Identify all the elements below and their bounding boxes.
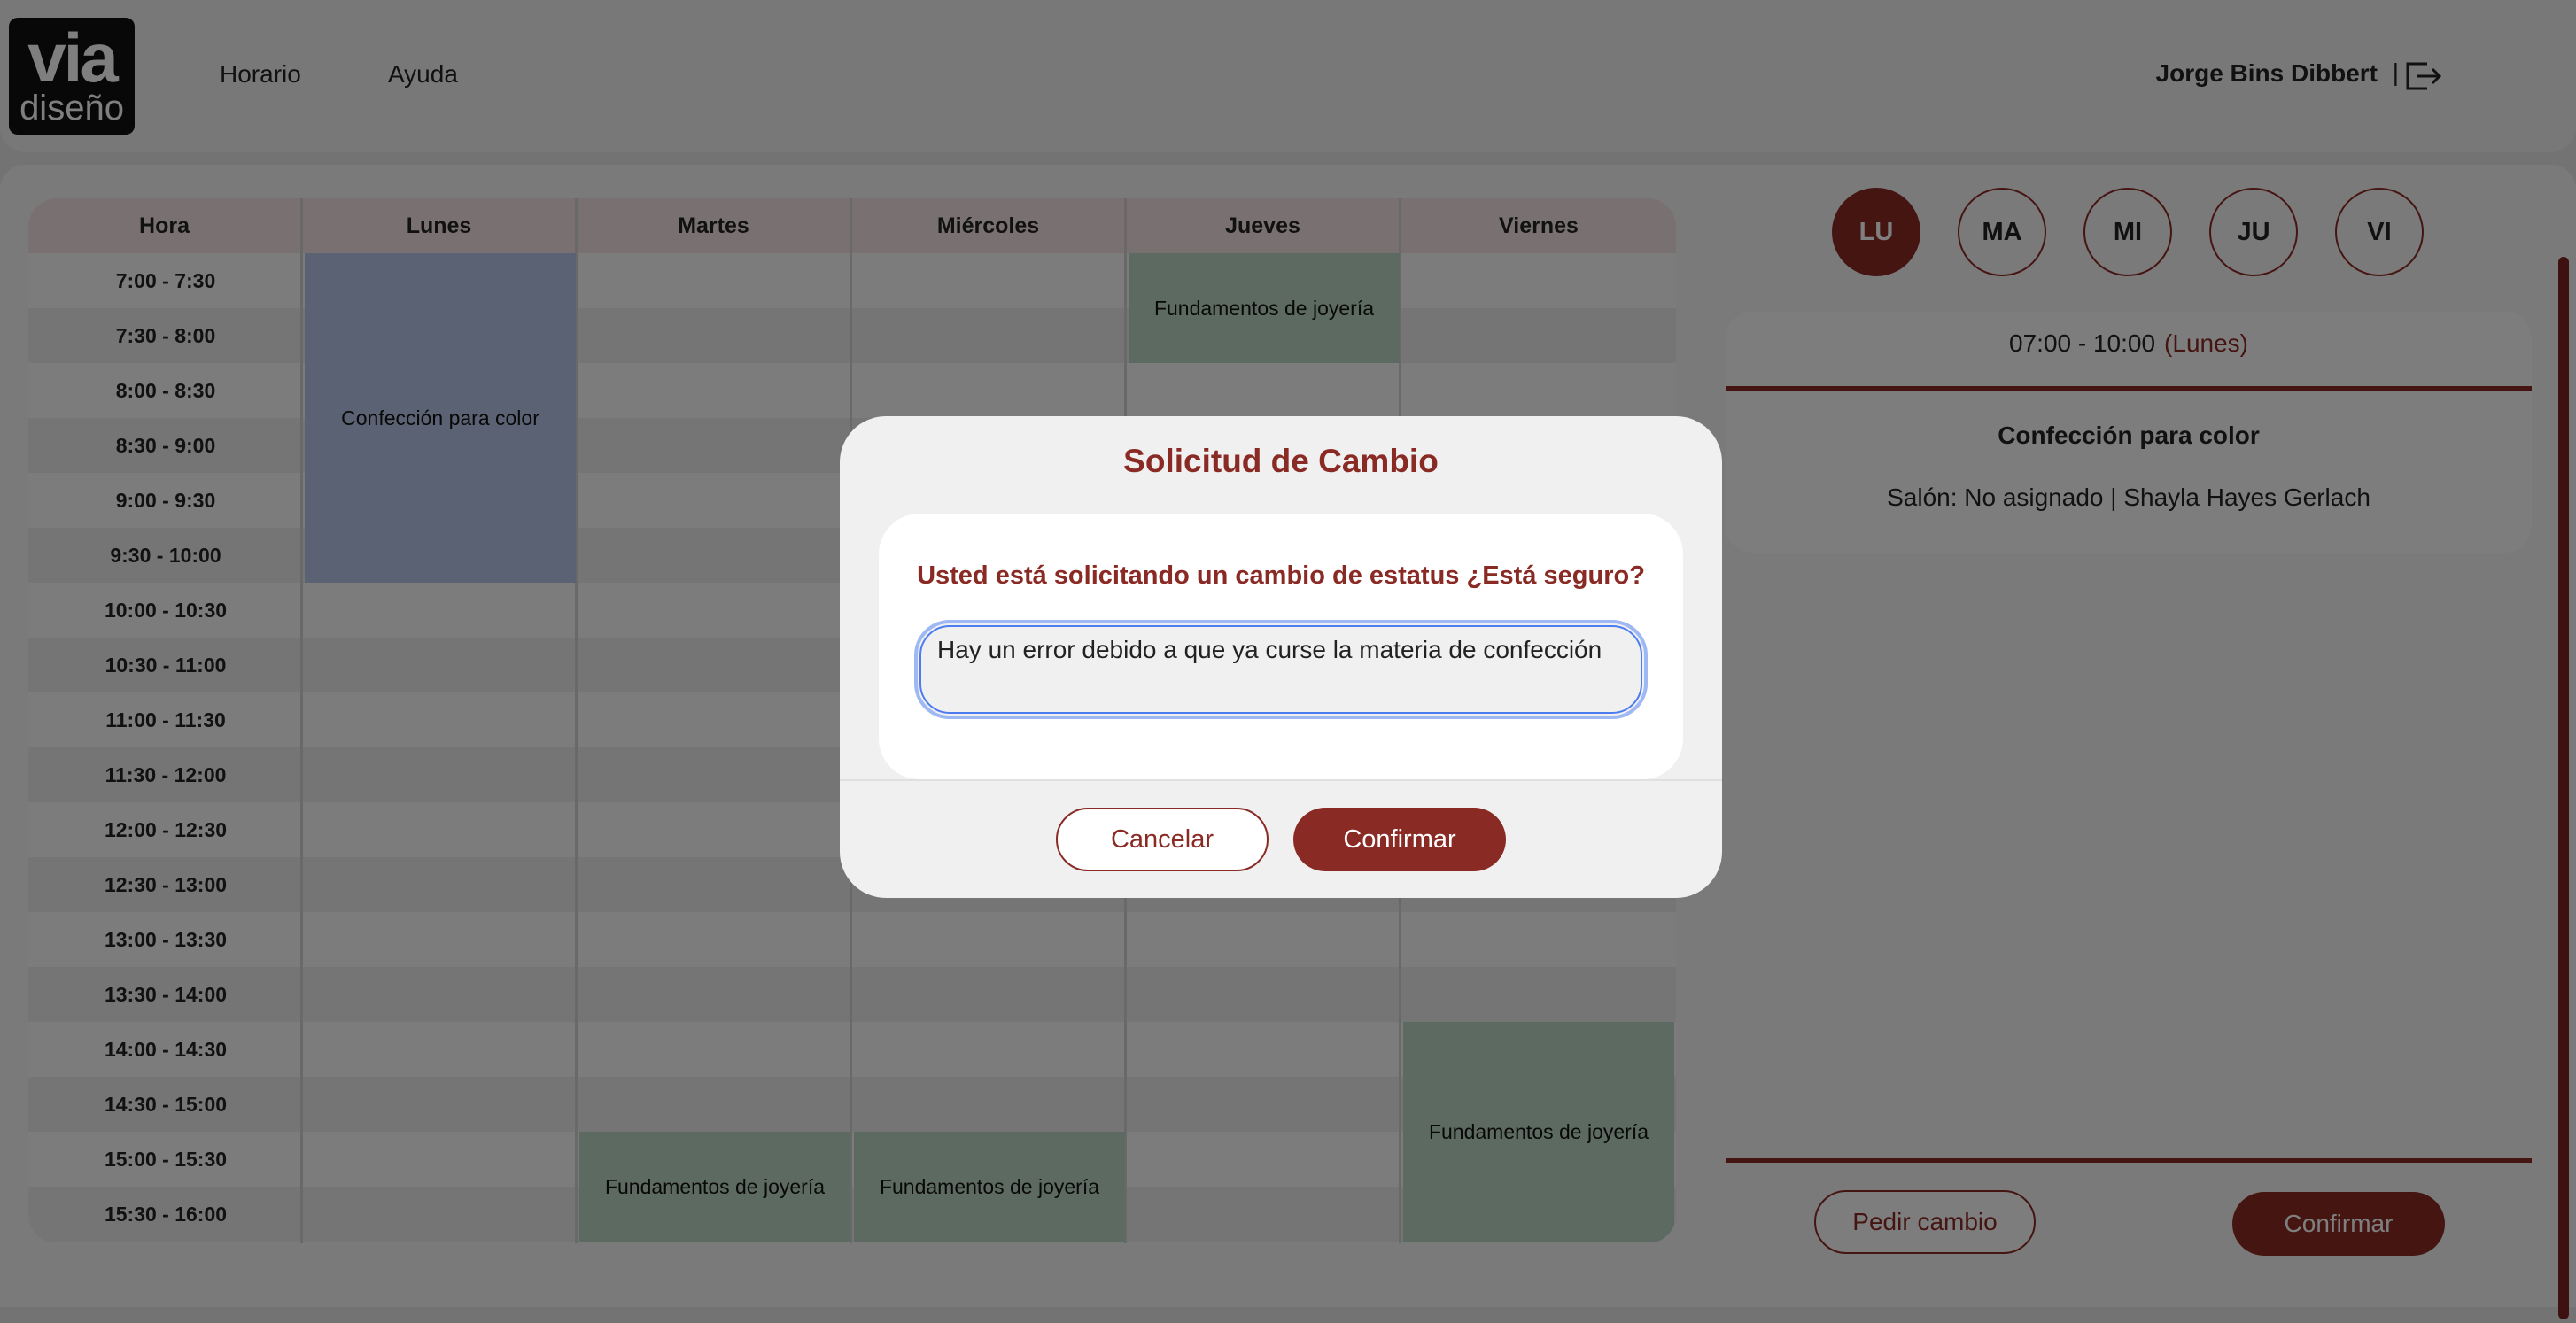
- change-request-modal: Solicitud de Cambio Usted está solicitan…: [840, 416, 1722, 898]
- modal-confirm-button[interactable]: Confirmar: [1293, 808, 1506, 871]
- modal-title: Solicitud de Cambio: [1123, 443, 1439, 479]
- modal-footer-divider: [840, 779, 1722, 781]
- modal-cancel-button[interactable]: Cancelar: [1056, 808, 1269, 871]
- modal-content: Usted está solicitando un cambio de esta…: [879, 514, 1683, 779]
- change-reason-input[interactable]: [914, 620, 1648, 719]
- modal-question: Usted está solicitando un cambio de esta…: [917, 561, 1645, 590]
